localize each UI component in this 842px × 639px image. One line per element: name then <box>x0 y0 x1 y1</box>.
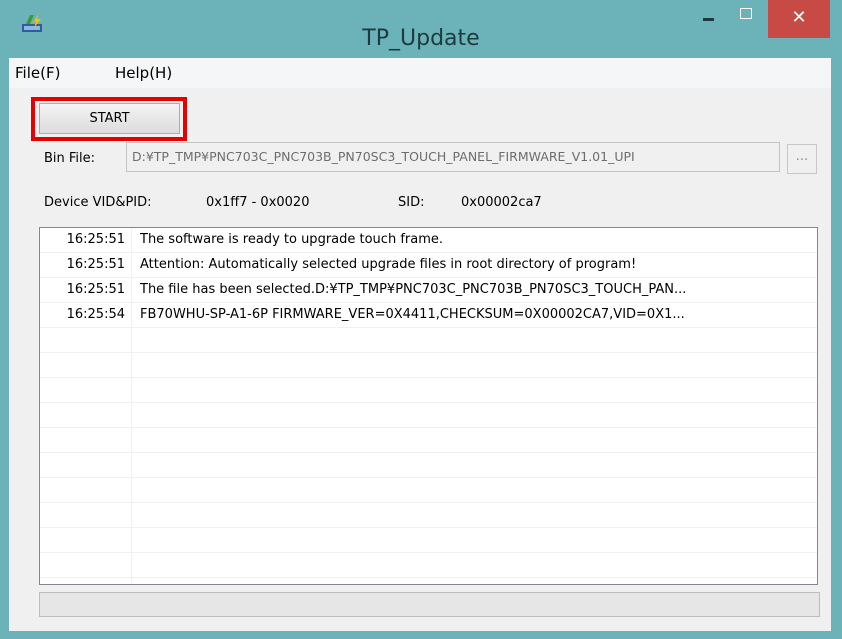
title-bar[interactable]: TP_Update ✕ <box>0 0 842 58</box>
maximize-button[interactable] <box>728 0 768 38</box>
log-list[interactable]: 16:25:51 The software is ready to upgrad… <box>39 227 818 585</box>
log-row-empty <box>40 428 817 453</box>
log-row[interactable]: 16:25:51 The file has been selected.D:¥T… <box>40 278 817 303</box>
log-message: The file has been selected.D:¥TP_TMP¥PNC… <box>140 282 687 297</box>
minimize-icon <box>703 18 714 21</box>
log-row-empty <box>40 553 817 578</box>
log-row[interactable]: 16:25:51 Attention: Automatically select… <box>40 253 817 278</box>
close-button[interactable]: ✕ <box>768 0 830 38</box>
maximize-icon <box>740 8 752 19</box>
sid-label: SID: <box>398 195 425 210</box>
log-row-empty <box>40 528 817 553</box>
log-row-empty <box>40 403 817 428</box>
menu-bar: File(F) Help(H) <box>9 58 831 88</box>
progress-bar <box>39 592 820 617</box>
log-message: The software is ready to upgrade touch f… <box>140 232 443 247</box>
minimize-button[interactable] <box>688 0 728 38</box>
log-message: FB70WHU-SP-A1-6P FIRMWARE_VER=0X4411,CHE… <box>140 307 685 322</box>
sid-value: 0x00002ca7 <box>461 195 542 210</box>
log-row-empty <box>40 453 817 478</box>
app-window: TP_Update ✕ File(F) Help(H) START Bin Fi… <box>0 0 842 639</box>
log-row[interactable]: 16:25:54 FB70WHU-SP-A1-6P FIRMWARE_VER=0… <box>40 303 817 328</box>
log-row-empty <box>40 328 817 353</box>
client-area: File(F) Help(H) START Bin File: D:¥TP_TM… <box>9 58 831 631</box>
close-icon: ✕ <box>791 7 807 28</box>
device-vidpid-label: Device VID&PID: <box>44 195 152 210</box>
device-vidpid-value: 0x1ff7 - 0x0020 <box>206 195 310 210</box>
menu-help[interactable]: Help(H) <box>115 64 172 82</box>
log-row-empty <box>40 378 817 403</box>
start-button[interactable]: START <box>39 103 180 134</box>
log-row-empty <box>40 478 817 503</box>
bin-file-label: Bin File: <box>44 151 96 166</box>
log-message: Attention: Automatically selected upgrad… <box>140 257 637 272</box>
menu-file[interactable]: File(F) <box>15 64 60 82</box>
log-row[interactable]: 16:25:51 The software is ready to upgrad… <box>40 228 817 253</box>
bin-file-field[interactable]: D:¥TP_TMP¥PNC703C_PNC703B_PN70SC3_TOUCH_… <box>126 142 780 172</box>
browse-button[interactable]: ... <box>787 144 817 174</box>
log-row-empty <box>40 503 817 528</box>
log-time: 16:25:51 <box>66 257 125 272</box>
log-time: 16:25:51 <box>66 282 125 297</box>
log-row-empty <box>40 353 817 378</box>
log-time: 16:25:51 <box>66 232 125 247</box>
log-time: 16:25:54 <box>66 307 125 322</box>
